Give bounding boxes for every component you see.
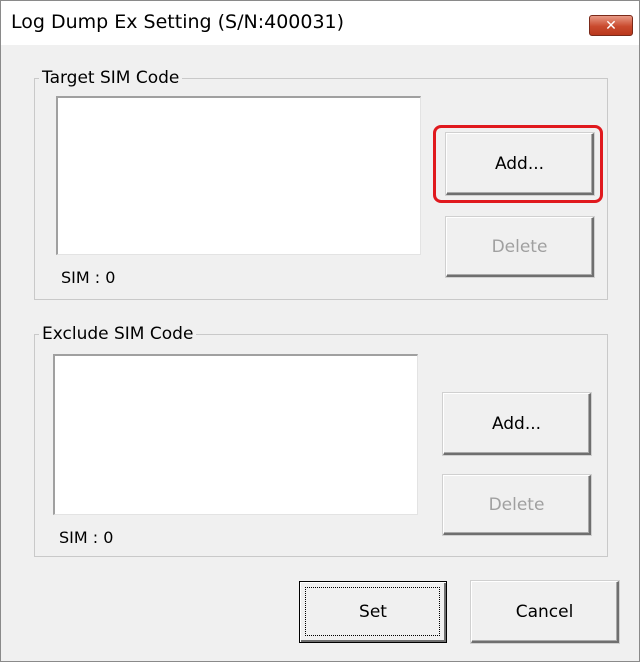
exclude-add-button-label: Add... [491,413,542,434]
exclude-sim-count: SIM : 0 [59,528,114,547]
close-button[interactable]: ✕ [589,15,633,36]
cancel-button[interactable]: Cancel [471,581,619,643]
target-sim-code-label: Target SIM Code [39,68,183,88]
exclude-delete-button-label: Delete [488,494,545,515]
exclude-delete-button[interactable]: Delete [443,475,591,535]
exclude-sim-code-list[interactable] [53,354,418,515]
target-sim-count: SIM : 0 [61,268,116,287]
close-icon: ✕ [605,17,617,34]
exclude-add-button[interactable]: Add... [443,393,591,455]
target-sim-code-list[interactable] [56,96,421,255]
cancel-button-label: Cancel [515,601,574,622]
set-button-focus-ring [305,587,440,636]
dialog-window: Log Dump Ex Setting (S/N:400031) ✕ Targe… [0,0,640,662]
title-bar[interactable]: Log Dump Ex Setting (S/N:400031) ✕ [1,1,639,46]
target-delete-button[interactable]: Delete [446,217,594,277]
set-button[interactable]: Set [299,581,447,643]
exclude-sim-code-label: Exclude SIM Code [39,324,197,344]
add-button-highlight [433,125,603,203]
target-delete-button-label: Delete [491,236,548,257]
window-title: Log Dump Ex Setting (S/N:400031) [11,11,345,33]
